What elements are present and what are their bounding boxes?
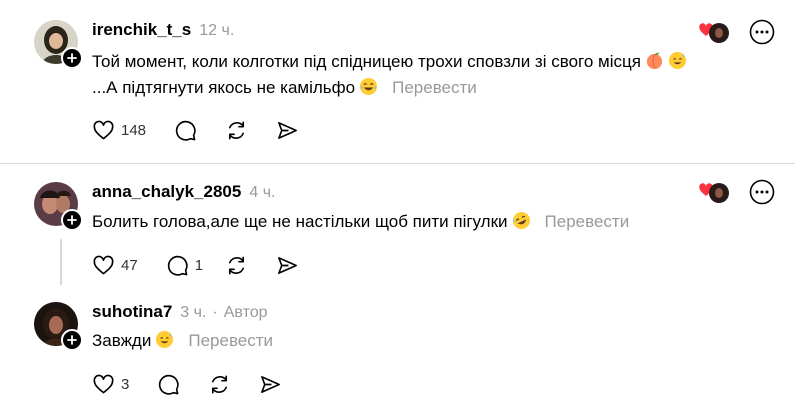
like-button[interactable]: 47	[92, 254, 138, 277]
send-icon	[278, 256, 297, 274]
author-liked-indicator	[698, 22, 729, 43]
follow-plus-icon[interactable]	[61, 209, 83, 231]
avatar[interactable]	[34, 302, 83, 351]
username[interactable]: anna_chalyk_2805	[92, 182, 241, 202]
repost-icon	[229, 121, 245, 139]
comment-3-reply: suhotina7 3 ч. · Автор Завжди Перевести 3	[0, 288, 795, 413]
send-icon	[261, 375, 281, 393]
username[interactable]: irenchik_t_s	[92, 20, 191, 40]
avatar[interactable]	[34, 20, 83, 69]
follow-plus-icon[interactable]	[61, 47, 83, 69]
follow-plus-icon[interactable]	[61, 329, 83, 351]
like-count: 148	[121, 121, 147, 139]
heart-icon	[93, 255, 114, 274]
repost-button[interactable]	[225, 119, 248, 142]
share-button[interactable]	[276, 254, 299, 277]
comment-text-body: Болить голова,але ще не настільки щоб пи…	[92, 212, 508, 231]
rofl-emoji	[512, 211, 530, 230]
author-avatar	[709, 182, 729, 203]
comment-text-body: Завжди	[92, 331, 152, 350]
smiling-sweat-emoji	[156, 330, 174, 349]
comment-icon	[167, 255, 188, 276]
separator-dot: ·	[212, 304, 218, 321]
more-icon[interactable]	[749, 19, 775, 45]
heart-icon	[93, 120, 114, 139]
thread-line	[60, 239, 62, 285]
username[interactable]: suhotina7	[92, 302, 172, 322]
avatar[interactable]	[34, 182, 83, 231]
like-count: 47	[121, 256, 138, 274]
timestamp: 3 ч.	[180, 304, 207, 321]
comment-text-line-2: ...А підтягнути якось не камільфо	[92, 78, 356, 97]
translate-link[interactable]: Перевести	[545, 212, 630, 231]
repost-button[interactable]	[225, 254, 248, 277]
repost-button[interactable]	[208, 373, 231, 396]
heart-icon	[93, 374, 114, 393]
timestamp: 12 ч.	[199, 22, 235, 39]
reply-count: 1	[194, 256, 204, 274]
more-icon[interactable]	[749, 179, 775, 205]
comment-icon	[159, 374, 180, 395]
smiling-sweat-emoji	[668, 51, 686, 70]
repost-icon	[212, 375, 228, 393]
author-avatar	[709, 22, 729, 43]
share-button[interactable]	[259, 373, 282, 396]
reply-button[interactable]	[174, 119, 197, 142]
peach-emoji	[646, 52, 663, 70]
reply-button[interactable]	[157, 373, 180, 396]
comment-text: Болить голова,але ще не настільки щоб пи…	[92, 209, 629, 235]
comment-icon	[175, 120, 196, 141]
reply-button[interactable]: 1	[166, 254, 203, 277]
like-count: 3	[121, 375, 130, 393]
share-button[interactable]	[276, 119, 299, 142]
author-label: Автор	[223, 304, 268, 321]
like-button[interactable]: 3	[92, 373, 129, 396]
comment-text: Той момент, коли колготки під спідницею …	[92, 49, 687, 101]
comment-1: irenchik_t_s 12 ч. Той момент, коли колг…	[0, 0, 795, 162]
tears-of-joy-emoji	[360, 77, 378, 96]
translate-link[interactable]: Перевести	[188, 331, 273, 350]
like-button[interactable]: 148	[92, 119, 146, 142]
author-liked-indicator	[698, 182, 729, 203]
timestamp: 4 ч.	[249, 184, 276, 201]
comment-text: Завжди Перевести	[92, 328, 273, 354]
comment-2: anna_chalyk_2805 4 ч. Болить голова,але …	[0, 164, 795, 288]
repost-icon	[229, 256, 245, 274]
comment-text-line-1: Той момент, коли колготки під спідницею …	[92, 52, 641, 71]
send-icon	[278, 121, 297, 139]
translate-link[interactable]: Перевести	[392, 78, 477, 97]
